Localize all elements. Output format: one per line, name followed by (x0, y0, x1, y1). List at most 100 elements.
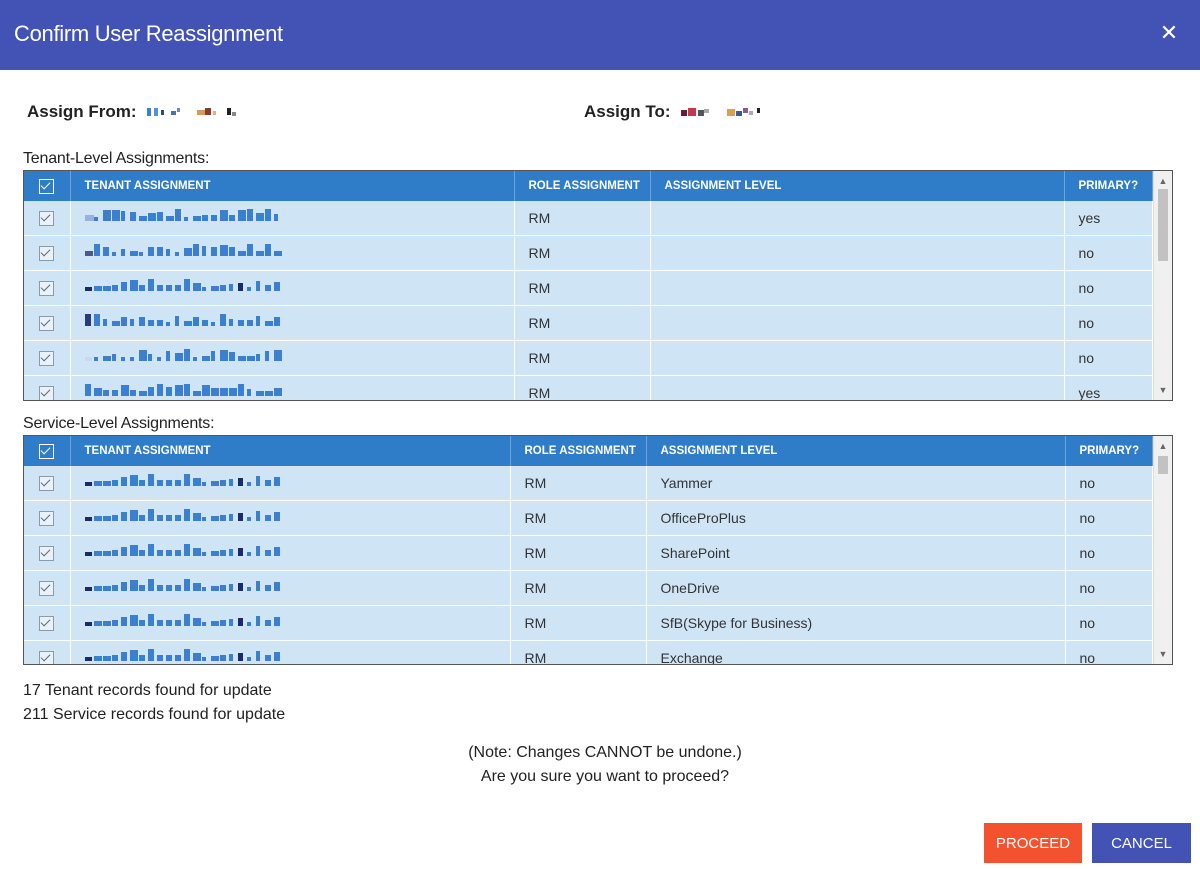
table-row[interactable]: RM yes (24, 375, 1153, 400)
column-header-primary[interactable]: PRIMARY? (1065, 436, 1153, 466)
table-row[interactable]: RM no (24, 305, 1153, 341)
role-cell: RM (514, 235, 651, 271)
column-header-level[interactable]: ASSIGNMENT LEVEL (646, 436, 1066, 466)
row-checkbox[interactable] (24, 201, 71, 236)
row-checkbox[interactable] (24, 270, 71, 306)
row-checkbox[interactable] (24, 235, 71, 271)
assign-from-label: Assign From: (27, 101, 137, 121)
primary-cell: no (1065, 605, 1153, 641)
service-table-scrollbar[interactable]: ▲ ▼ (1153, 436, 1172, 664)
record-counts: 17 Tenant records found for update 211 S… (23, 679, 285, 727)
tenant-name-redacted (70, 535, 511, 571)
row-checkbox[interactable] (24, 340, 71, 376)
table-row[interactable]: RM no (24, 340, 1153, 376)
role-cell: RM (514, 270, 651, 306)
table-row[interactable]: RM yes (24, 201, 1153, 236)
proceed-button[interactable]: PROCEED (984, 823, 1082, 863)
row-checkbox[interactable] (24, 605, 71, 641)
scroll-down-arrow-icon[interactable]: ▼ (1154, 646, 1172, 662)
assignment-level-cell (650, 201, 1065, 236)
select-all-checkbox[interactable] (24, 171, 71, 201)
primary-cell: no (1065, 500, 1153, 536)
role-cell: RM (510, 500, 647, 536)
row-checkbox[interactable] (24, 500, 71, 536)
primary-cell: no (1065, 640, 1153, 664)
tenant-name-redacted (70, 270, 515, 306)
table-header-row: TENANT ASSIGNMENT ROLE ASSIGNMENT ASSIGN… (24, 436, 1153, 466)
role-cell: RM (514, 375, 651, 400)
role-cell: RM (510, 640, 647, 664)
column-header-tenant[interactable]: TENANT ASSIGNMENT (70, 171, 515, 201)
primary-cell: no (1065, 466, 1153, 501)
scroll-thumb[interactable] (1158, 189, 1168, 261)
tenant-name-redacted (70, 235, 515, 271)
cancel-button[interactable]: CANCEL (1092, 823, 1191, 863)
row-checkbox[interactable] (24, 640, 71, 664)
tenant-name-redacted (70, 305, 515, 341)
tenant-name-redacted (70, 340, 515, 376)
tenant-count-text: 17 Tenant records found for update (23, 682, 272, 699)
table-row[interactable]: RM no (24, 235, 1153, 271)
assignment-level-cell (650, 270, 1065, 306)
close-icon[interactable]: ✕ (1158, 22, 1180, 44)
column-header-level[interactable]: ASSIGNMENT LEVEL (650, 171, 1065, 201)
service-count-text: 211 Service records found for update (23, 706, 286, 723)
column-header-role[interactable]: ROLE ASSIGNMENT (510, 436, 647, 466)
scroll-up-arrow-icon[interactable]: ▲ (1154, 438, 1172, 454)
tenant-name-redacted (70, 605, 511, 641)
role-cell: RM (514, 340, 651, 376)
table-row[interactable]: RM OfficeProPlus no (24, 500, 1153, 536)
table-row[interactable]: RM SharePoint no (24, 535, 1153, 571)
note-warning: (Note: Changes CANNOT be undone.) (468, 744, 742, 761)
service-section-label: Service-Level Assignments: (23, 415, 215, 432)
role-cell: RM (510, 535, 647, 571)
row-checkbox[interactable] (24, 466, 71, 501)
tenant-name-redacted (70, 500, 511, 536)
role-cell: RM (514, 201, 651, 236)
row-checkbox[interactable] (24, 535, 71, 571)
assignment-level-cell (650, 375, 1065, 400)
service-assignments-table[interactable]: TENANT ASSIGNMENT ROLE ASSIGNMENT ASSIGN… (23, 435, 1173, 665)
role-cell: RM (514, 305, 651, 341)
dialog-title: Confirm User Reassignment (14, 21, 283, 46)
table-row[interactable]: RM OneDrive no (24, 570, 1153, 606)
table-row[interactable]: RM Exchange no (24, 640, 1153, 664)
row-checkbox[interactable] (24, 375, 71, 400)
column-header-role[interactable]: ROLE ASSIGNMENT (514, 171, 651, 201)
assignment-level-cell: OneDrive (646, 570, 1066, 606)
scroll-up-arrow-icon[interactable]: ▲ (1154, 173, 1172, 189)
note-question: Are you sure you want to proceed? (480, 768, 730, 785)
column-header-primary[interactable]: PRIMARY? (1064, 171, 1153, 201)
scroll-thumb[interactable] (1158, 456, 1168, 474)
assignment-level-cell: OfficeProPlus (646, 500, 1066, 536)
assign-to-label: Assign To: (584, 101, 671, 121)
table-row[interactable]: RM no (24, 270, 1153, 306)
row-checkbox[interactable] (24, 305, 71, 341)
table-row[interactable]: RM Yammer no (24, 466, 1153, 501)
tenant-table-scrollbar[interactable]: ▲ ▼ (1153, 171, 1172, 400)
tenant-assignments-table[interactable]: TENANT ASSIGNMENT ROLE ASSIGNMENT ASSIGN… (23, 170, 1173, 401)
column-header-tenant[interactable]: TENANT ASSIGNMENT (70, 436, 511, 466)
redacted-user-image (681, 105, 781, 119)
row-checkbox[interactable] (24, 570, 71, 606)
role-cell: RM (510, 570, 647, 606)
tenant-name-redacted (70, 640, 511, 664)
tenant-name-redacted (70, 466, 511, 501)
primary-cell: no (1065, 570, 1153, 606)
dialog-header: Confirm User Reassignment ✕ (0, 0, 1200, 70)
assignment-level-cell (650, 340, 1065, 376)
assignment-level-cell: Exchange (646, 640, 1066, 664)
primary-cell: no (1064, 270, 1153, 306)
tenant-name-redacted (70, 375, 515, 400)
table-header-row: TENANT ASSIGNMENT ROLE ASSIGNMENT ASSIGN… (24, 171, 1153, 201)
tenant-name-redacted (70, 570, 511, 606)
select-all-checkbox[interactable] (24, 436, 71, 466)
assign-from: Assign From: (27, 101, 237, 122)
scroll-down-arrow-icon[interactable]: ▼ (1154, 382, 1172, 398)
assignment-level-cell (650, 305, 1065, 341)
redacted-user-image (147, 105, 237, 119)
assignment-level-cell: SharePoint (646, 535, 1066, 571)
primary-cell: yes (1064, 375, 1153, 400)
assignment-level-cell: SfB(Skype for Business) (646, 605, 1066, 641)
table-row[interactable]: RM SfB(Skype for Business) no (24, 605, 1153, 641)
